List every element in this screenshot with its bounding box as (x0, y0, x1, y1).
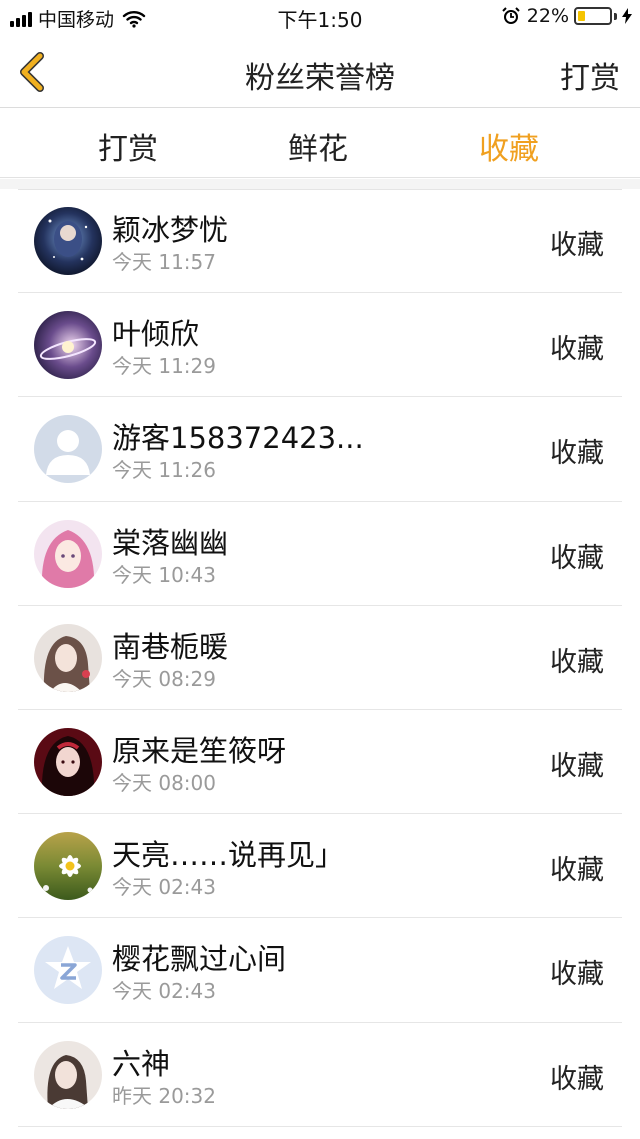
tab-favorites[interactable]: 收藏 (449, 124, 569, 168)
gift-type-label: 收藏 (550, 646, 604, 678)
gift-type-label: 收藏 (550, 334, 604, 366)
gift-type-label: 收藏 (550, 230, 604, 261)
list-item[interactable]: 叶倾欣 今天 11:29 收藏 (18, 293, 622, 398)
alarm-icon (502, 7, 520, 24)
avatar (34, 207, 102, 275)
fan-time: 今天 11:57 (112, 250, 216, 274)
gift-type-label: 收藏 (550, 855, 604, 887)
fan-name: 天亮……说再见」 (112, 838, 345, 873)
avatar (34, 936, 102, 1005)
fan-time: 今天 11:26 (112, 458, 216, 483)
fan-name: 游客158372423... (112, 421, 364, 456)
battery-cap (614, 12, 617, 20)
gift-type-label: 收藏 (550, 542, 604, 574)
fan-name: 棠落幽幽 (112, 525, 229, 560)
gift-type-label: 收藏 (550, 438, 604, 470)
avatar (34, 727, 102, 796)
fan-name: 南巷栀暖 (112, 629, 229, 664)
fan-time: 今天 08:29 (112, 666, 216, 691)
status-bar: 中国移动 下午1:50 22% (0, 0, 640, 36)
fan-list: 颖冰梦忧 今天 11:57 收藏 叶倾欣 今天 11:29 收藏 游客15837… (0, 189, 640, 1127)
fan-name: 叶倾欣 (112, 317, 200, 352)
list-item[interactable]: 游客158372423... 今天 11:26 收藏 (18, 397, 622, 502)
section-divider (0, 179, 640, 189)
nav-bar: 粉丝荣誉榜 打赏 (0, 36, 640, 108)
fan-name: 六神 (112, 1046, 171, 1081)
fan-time: 昨天 20:32 (112, 1083, 216, 1108)
list-item[interactable]: 天亮……说再见」 今天 02:43 收藏 (18, 814, 622, 919)
battery-level (578, 11, 585, 21)
fan-name: 原来是笙筱呀 (112, 733, 287, 768)
list-item[interactable]: 颖冰梦忧 今天 11:57 收藏 (18, 189, 622, 294)
gift-type-label: 收藏 (550, 1063, 604, 1095)
fan-name: 樱花飘过心间 (112, 942, 287, 977)
battery-percent: 22% (526, 5, 569, 27)
charging-icon (622, 8, 632, 24)
avatar (34, 1040, 102, 1109)
battery-icon (574, 7, 612, 25)
page-title: 粉丝荣誉榜 (245, 61, 395, 96)
list-item[interactable]: 六神 昨天 20:32 收藏 (18, 1023, 622, 1127)
list-item[interactable]: 棠落幽幽 今天 10:43 收藏 (18, 502, 622, 606)
fan-time: 今天 08:00 (112, 770, 216, 795)
avatar (34, 415, 102, 484)
avatar (34, 623, 102, 692)
fan-time: 今天 11:29 (112, 354, 216, 379)
avatar (34, 519, 102, 588)
gift-type-label: 收藏 (550, 750, 604, 782)
fan-name: 颖冰梦忧 (112, 213, 229, 247)
tab-bar: 打赏 鲜花 收藏 (0, 108, 640, 178)
reward-button[interactable]: 打赏 (560, 53, 620, 97)
tab-reward[interactable]: 打赏 (68, 124, 188, 168)
list-item[interactable]: 南巷栀暖 今天 08:29 收藏 (18, 606, 622, 710)
avatar (34, 311, 102, 380)
fan-time: 今天 02:43 (112, 979, 216, 1004)
list-item[interactable]: 樱花飘过心间 今天 02:43 收藏 (18, 918, 622, 1023)
avatar (34, 832, 102, 901)
fan-time: 今天 10:43 (112, 562, 216, 587)
gift-type-label: 收藏 (550, 959, 604, 991)
list-item[interactable]: 原来是笙筱呀 今天 08:00 收藏 (18, 710, 622, 815)
fan-time: 今天 02:43 (112, 875, 216, 900)
tab-flowers[interactable]: 鲜花 (258, 124, 378, 168)
